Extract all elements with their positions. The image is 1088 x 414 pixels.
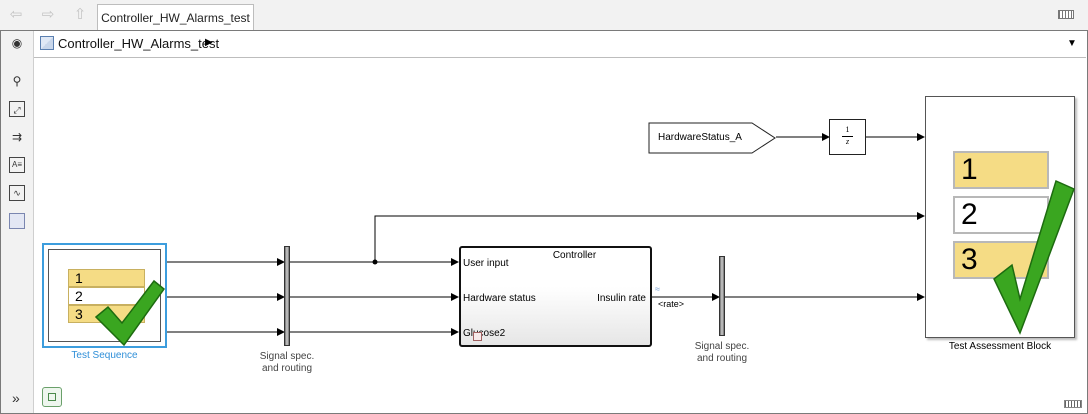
signal-spec-bus-2[interactable]: [719, 256, 725, 336]
test-sequence-label: Test Sequence: [71, 350, 138, 361]
hardware-status-label: HardwareStatus_A: [658, 132, 742, 143]
delay-numerator: 1: [845, 125, 850, 134]
port-user-input: User input: [463, 258, 509, 269]
check-icon: [993, 179, 1075, 335]
test-assessment-label: Test Assessment Block: [948, 341, 1052, 352]
port-hardware-status: Hardware status: [463, 293, 536, 304]
delay-denominator: z: [845, 137, 850, 146]
signal-wave-icon: ≈: [655, 284, 660, 294]
test-assessment-block[interactable]: 1 2 3: [925, 96, 1075, 338]
signal-spec-label-1: Signal spec.: [259, 351, 315, 362]
signal-spec-label-2b: and routing: [696, 353, 748, 364]
rate-signal-label: <rate>: [658, 299, 685, 309]
signal-spec-label-2: Signal spec.: [694, 341, 750, 352]
signal-spec-bus-1[interactable]: [284, 246, 290, 346]
port-insulin-rate: Insulin rate: [597, 293, 646, 304]
model-overview-icon[interactable]: [42, 387, 62, 407]
subsystem-icon: [473, 332, 482, 341]
controller-block[interactable]: Controller User input Hardware status Gl…: [459, 246, 652, 347]
check-icon: [94, 279, 166, 347]
unit-delay-block[interactable]: 1 z: [829, 119, 866, 155]
port-glucose: Glucose2: [463, 328, 506, 339]
resize-grip-icon[interactable]: [1064, 400, 1082, 408]
test-sequence-block[interactable]: 1 2 3: [42, 243, 167, 348]
signal-spec-label-1b: and routing: [261, 363, 313, 374]
